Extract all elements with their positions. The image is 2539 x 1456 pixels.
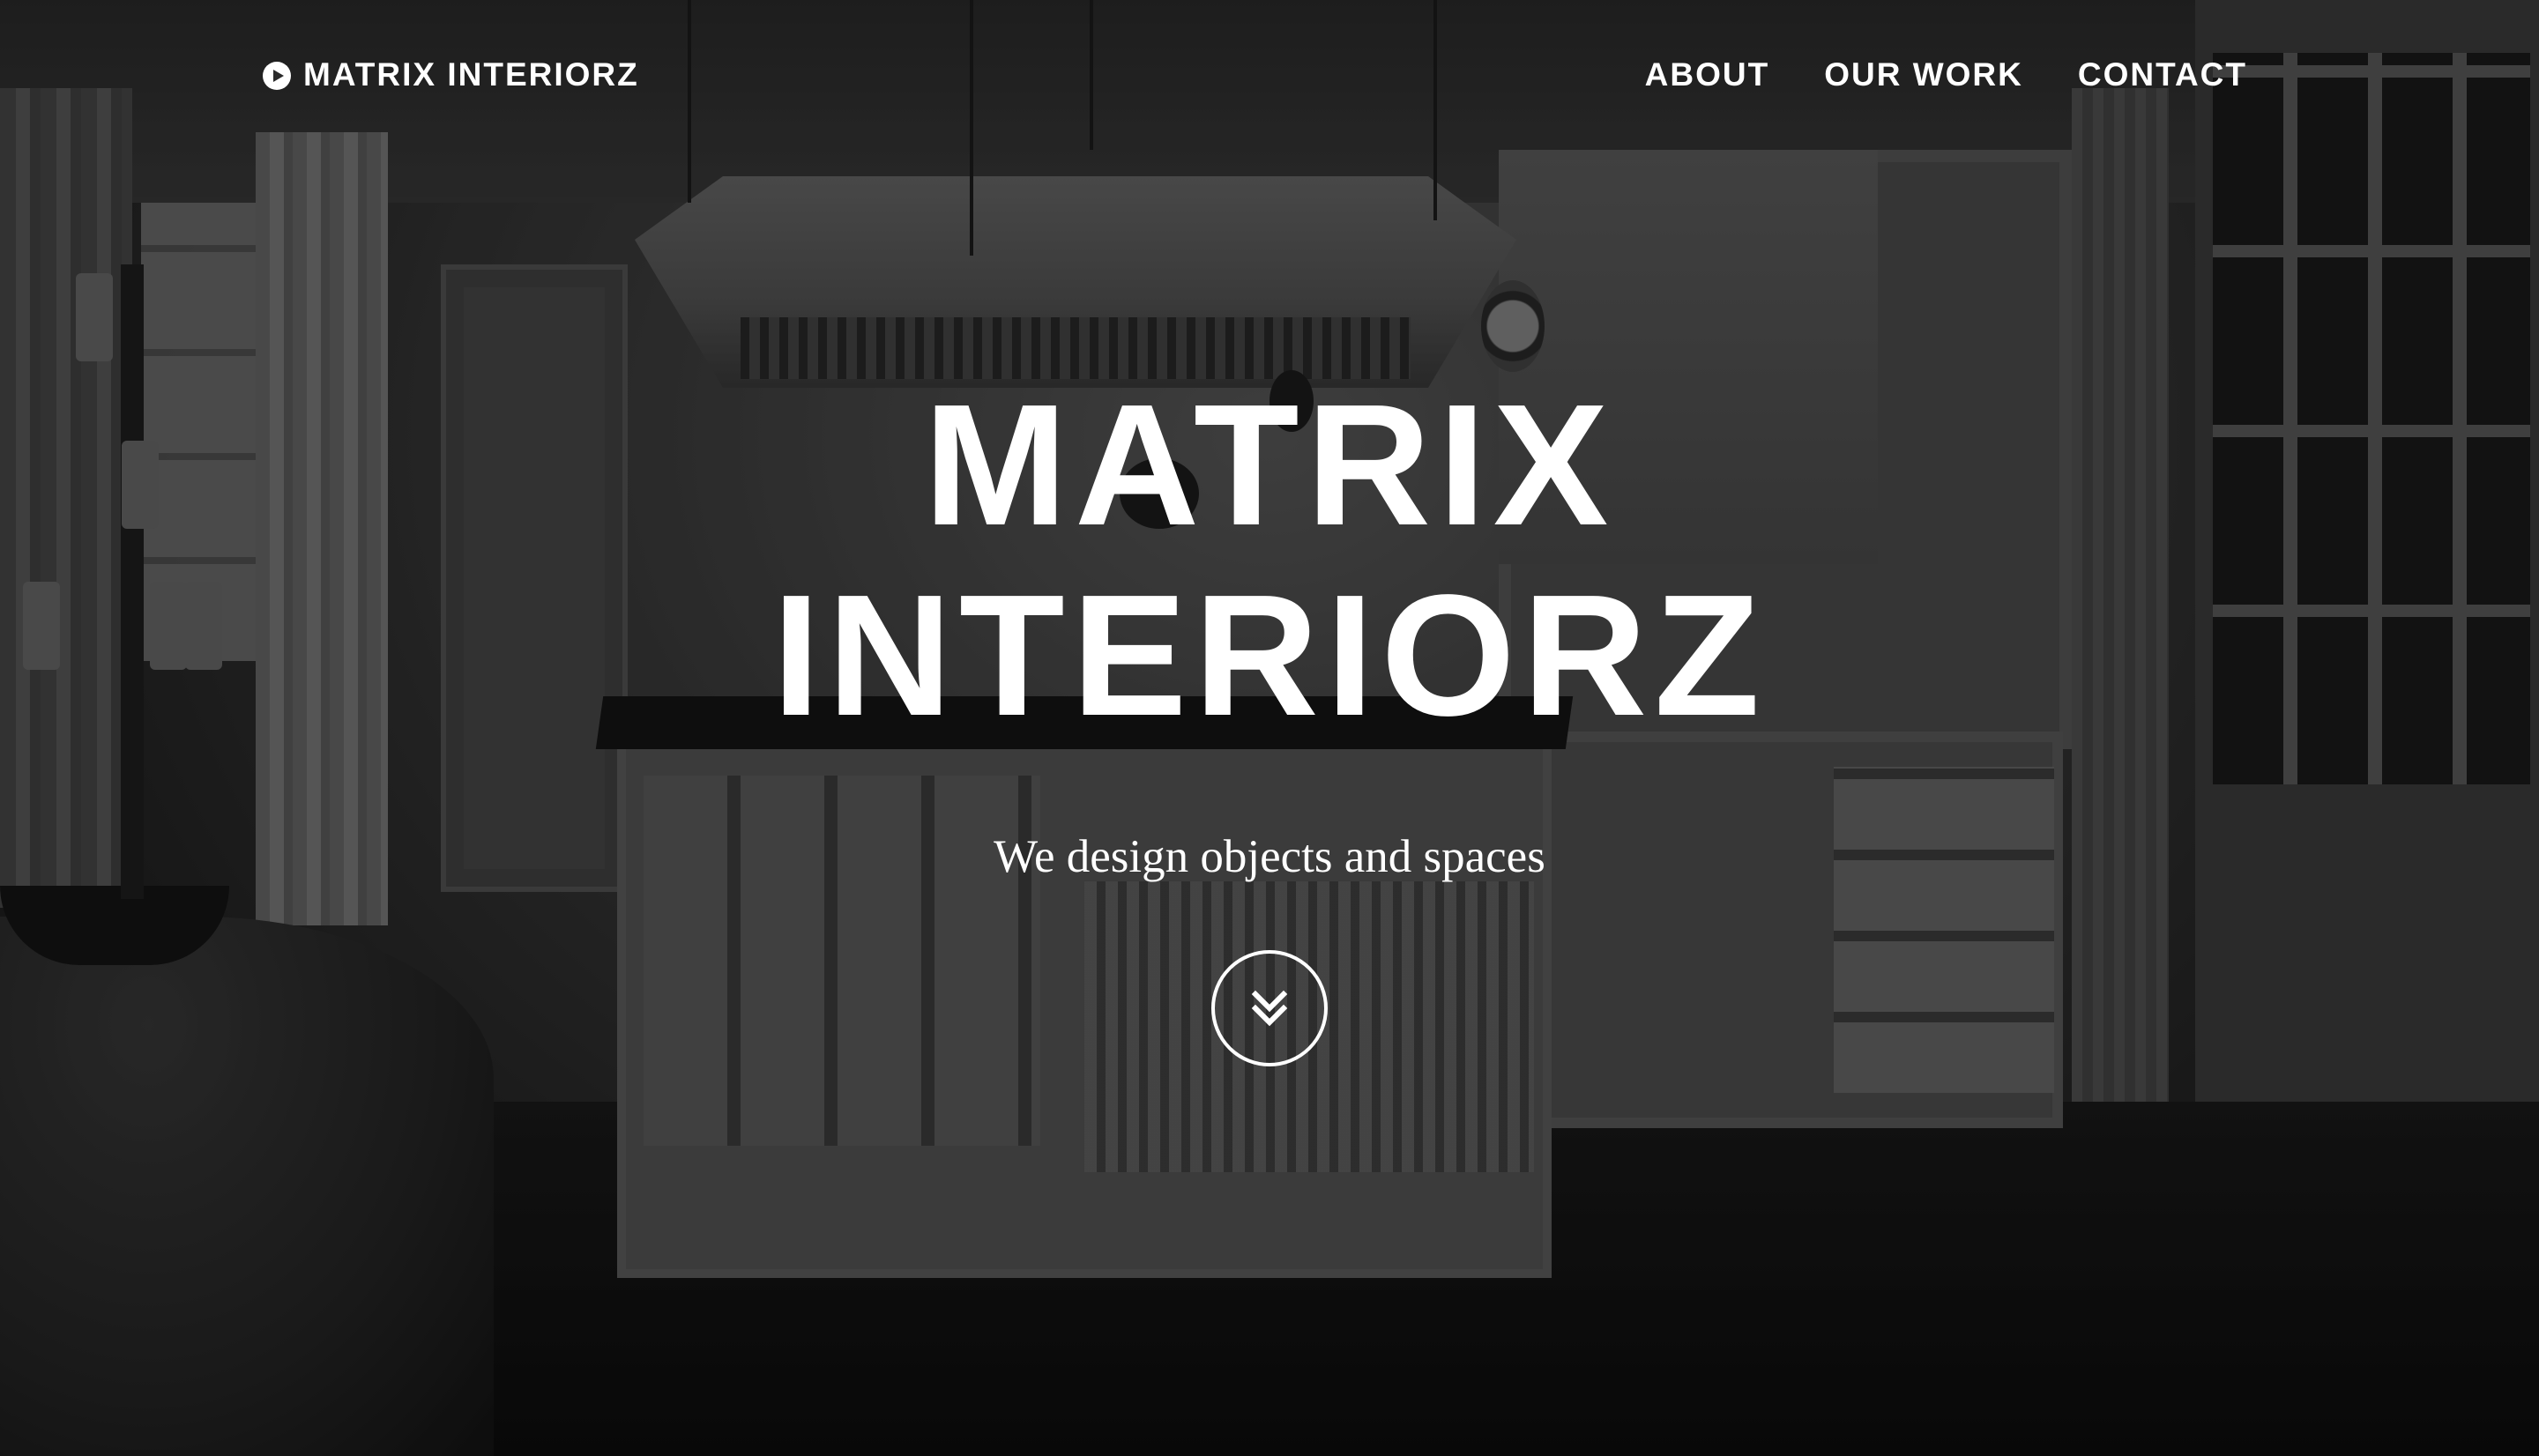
hero-subtitle: We design objects and spaces	[994, 831, 1545, 882]
hero-title-line-1: MATRIX	[923, 368, 1616, 561]
brand-label: MATRIX INTERIORZ	[303, 56, 639, 93]
brand-link[interactable]: MATRIX INTERIORZ	[263, 56, 639, 93]
nav-link-our-work[interactable]: OUR WORK	[1824, 56, 2023, 93]
top-navbar: MATRIX INTERIORZ ABOUT OUR WORK CONTACT	[0, 0, 2539, 150]
hero-title: MATRIX INTERIORZ	[696, 370, 1843, 751]
hero-title-line-2: INTERIORZ	[771, 559, 1768, 752]
hero-section: MATRIX INTERIORZ We design objects and s…	[0, 370, 2539, 1066]
landing-page: MATRIX INTERIORZ ABOUT OUR WORK CONTACT …	[0, 0, 2539, 1456]
nav-link-contact[interactable]: CONTACT	[2078, 56, 2247, 93]
nav-link-about[interactable]: ABOUT	[1645, 56, 1770, 93]
scroll-down-button[interactable]	[1211, 950, 1328, 1066]
nav-links: ABOUT OUR WORK CONTACT	[1645, 56, 2247, 93]
double-chevron-down-icon	[1251, 990, 1288, 1027]
play-circle-icon	[263, 61, 291, 90]
